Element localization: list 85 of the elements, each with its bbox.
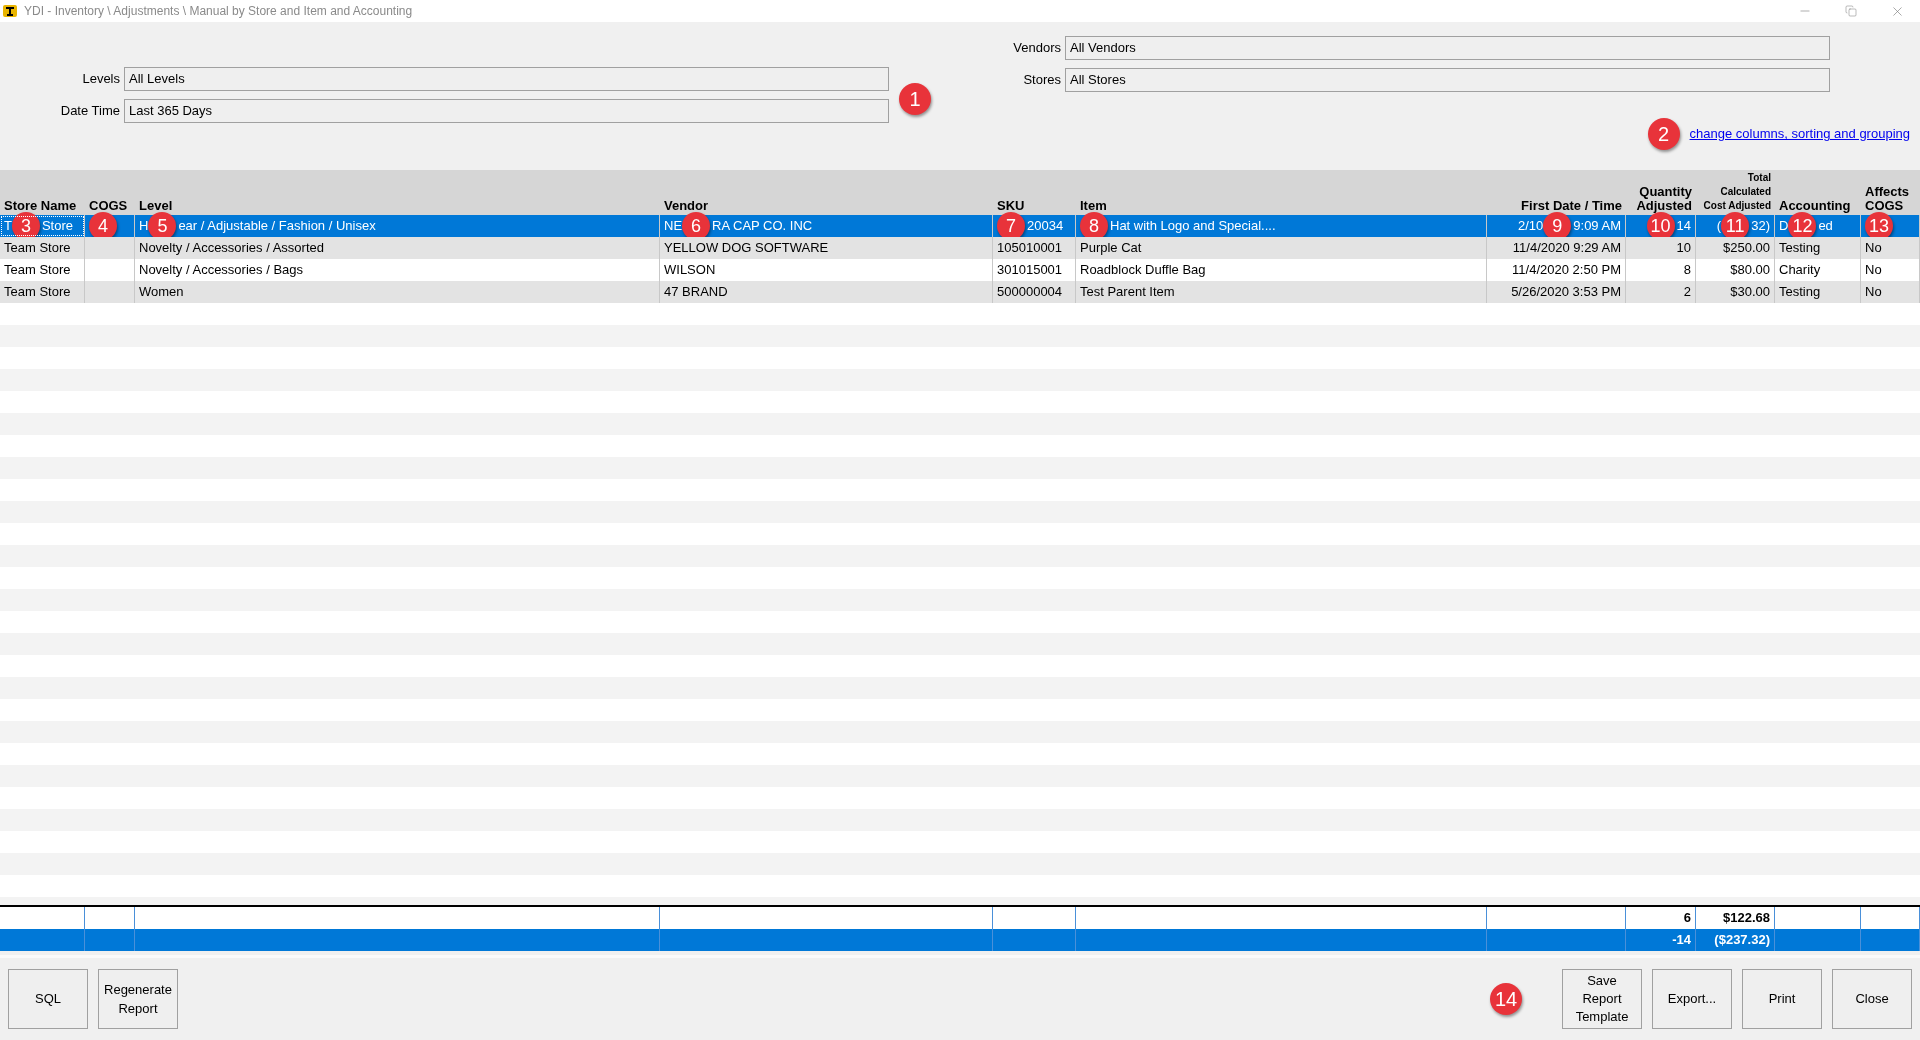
filter-field[interactable]: All Stores	[1065, 68, 1830, 92]
column-header[interactable]: Item	[1080, 199, 1107, 213]
table-cell-text: 105010001	[997, 239, 1063, 258]
table-cell-text: 5/26/2020 3:53 PM	[1511, 283, 1621, 302]
table-cell-text: No	[1865, 239, 1882, 258]
column-header[interactable]: Store Name	[4, 199, 77, 213]
table-cell-text: 8	[1683, 261, 1691, 280]
column-header[interactable]: Affects COGS	[1865, 185, 1916, 213]
table-cell-text: Team Store	[4, 239, 71, 258]
callout-badge: 1	[899, 83, 931, 115]
table-cell-text: Testing	[1779, 239, 1821, 258]
table-cell-text: T	[4, 217, 12, 236]
callout-badge: 14	[1490, 983, 1522, 1015]
table-cell-text: No	[1865, 261, 1882, 280]
field-label: Levels	[81, 70, 120, 89]
total-quantity: -14	[1672, 931, 1691, 950]
total-cost: ($237.32)	[1714, 931, 1770, 950]
column-header[interactable]: Quantity Adjusted	[1630, 185, 1692, 213]
table-cell-text: Purple Cat	[1080, 239, 1142, 258]
table-cell-text: 32)	[1751, 217, 1770, 236]
table-cell-text: 2/10	[1518, 217, 1544, 236]
table-cell-text: Store	[41, 217, 74, 236]
toolbar-button[interactable]: Export...	[1652, 969, 1732, 1029]
table-cell-text: ear / Adjustable / Fashion / Unisex	[178, 217, 376, 236]
table-cell-text: $30.00	[1730, 283, 1770, 302]
toolbar-button[interactable]: Print	[1742, 969, 1822, 1029]
table-cell-text: YELLOW DOG SOFTWARE	[664, 239, 829, 258]
column-header[interactable]: Level	[139, 199, 173, 213]
field-label: Vendors	[1012, 39, 1061, 58]
toolbar-button[interactable]: Save Report Template	[1562, 969, 1642, 1029]
column-header[interactable]: Accounting	[1779, 199, 1851, 213]
table-cell-text: Women	[139, 283, 184, 302]
window-title: YDI - Inventory \ Adjustments \ Manual by Store and Item and Accounting	[24, 3, 413, 20]
total-quantity: 6	[1683, 909, 1691, 928]
total-cost: $122.68	[1723, 909, 1770, 928]
table-cell-text: Roadblock Duffle Bag	[1080, 261, 1206, 280]
table-cell-text: 14	[1676, 217, 1691, 236]
table-cell-text: Hat with Logo and Special....	[1110, 217, 1276, 236]
table-cell-text: ed	[1818, 217, 1833, 236]
table-cell-text: WILSON	[664, 261, 716, 280]
callout-badge: 2	[1647, 118, 1680, 150]
table-cell-text: $80.00	[1730, 261, 1770, 280]
table-row[interactable]: Team Store Novelty / Accessories / Assorted YELLOW DOG SOFTWARE 105010001 Purple Cat 11/4/2020 9:29 AM 10 $250.00 Testing No	[0, 237, 1920, 259]
table-cell-text: Charity	[1779, 261, 1821, 280]
table-row[interactable]: Team Store Novelty / Accessories / Bags WILSON 301015001 Roadblock Duffle Bag 11/4/2020 2:50 PM 8 $80.00 Charity No	[0, 259, 1920, 281]
table-cell-text: RA CAP CO. INC	[712, 217, 813, 236]
table-cell-text: 2	[1683, 283, 1691, 302]
table-cell-text: $250.00	[1723, 239, 1770, 258]
table-cell-text: D	[1779, 217, 1789, 236]
table-cell-text: Team Store	[4, 283, 71, 302]
table-cell-text: Testing	[1779, 283, 1821, 302]
column-header[interactable]: COGS	[89, 199, 128, 213]
table-cell-text: 500000004	[997, 283, 1063, 302]
column-header[interactable]: Total Calculated Cost Adjusted	[1700, 171, 1771, 213]
filter-field[interactable]: All Vendors	[1065, 36, 1830, 60]
table-cell-text: Novelty / Accessories / Bags	[139, 261, 303, 280]
toolbar-button[interactable]: Regenerate Report	[98, 969, 178, 1029]
column-header[interactable]: First Date / Time	[1521, 199, 1622, 213]
column-header[interactable]: Vendor	[664, 199, 709, 213]
table-cell-text: H	[139, 217, 149, 236]
app-logo-icon	[2, 3, 18, 19]
table-cell-text: NE	[664, 217, 683, 236]
table-cell-text: 9:09 AM	[1573, 217, 1621, 236]
table-cell-text: Novelty / Accessories / Assorted	[139, 239, 324, 258]
filter-field[interactable]: All Levels	[124, 67, 889, 91]
table-cell-text: 47 BRAND	[664, 283, 728, 302]
table-cell-text: 301015001	[997, 261, 1063, 280]
table-cell-text: No	[1865, 283, 1882, 302]
table-cell-text: (	[1716, 217, 1722, 236]
column-header[interactable]: SKU	[997, 199, 1025, 213]
field-label: Date Time	[59, 102, 120, 121]
table-row[interactable]: T 3 Store 4 H 5 ear / Adjustable / Fashion / Unisex NE 6 RA CAP CO. INC 7 20034 8 Hat with Logo and Special.... 2/10 9 9:09 AM 10 14 ( 11 32) D 12 ed 13	[0, 215, 1920, 237]
table-row[interactable]: Team Store Women 47 BRAND 500000004 Test Parent Item 5/26/2020 3:53 PM 2 $30.00 Testing No	[0, 281, 1920, 303]
filter-field[interactable]: Last 365 Days	[124, 99, 889, 123]
table-cell-text: 11/4/2020 2:50 PM	[1512, 261, 1621, 280]
table-cell-text: 11/4/2020 9:29 AM	[1512, 239, 1621, 258]
change-columns-link[interactable]: change columns, sorting and grouping	[1689, 124, 1910, 144]
toolbar-button[interactable]: Close	[1832, 969, 1912, 1029]
toolbar-button[interactable]: SQL	[8, 969, 88, 1029]
table-cell-text: Team Store	[4, 261, 71, 280]
table-cell-text: 10	[1676, 239, 1691, 258]
table-cell-text: Test Parent Item	[1080, 283, 1175, 302]
table-cell-text: 20034	[1027, 217, 1064, 236]
restore-icon	[1845, 5, 1857, 17]
field-label: Stores	[1022, 71, 1061, 90]
